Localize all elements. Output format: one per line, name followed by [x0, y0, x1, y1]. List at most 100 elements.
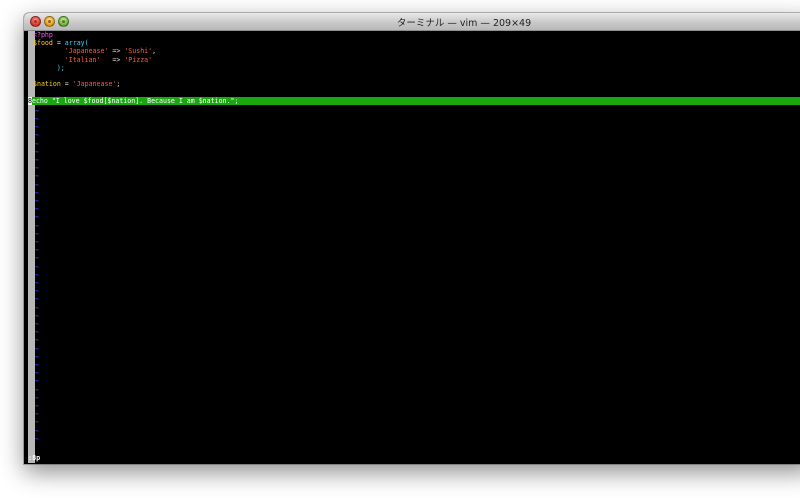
empty-line-marker: ~: [28, 172, 800, 180]
empty-line-marker: ~: [28, 394, 800, 402]
empty-line-marker: ~: [28, 156, 800, 164]
empty-line-marker: ~: [28, 328, 800, 336]
empty-line-marker: ~: [28, 181, 800, 189]
tilde-glyph: ~: [35, 156, 39, 164]
code-text: 8echo "I love $food[$nation]. Because I …: [28, 96, 238, 105]
empty-line-marker: ~: [28, 254, 800, 262]
tilde-glyph: ~: [35, 311, 39, 320]
empty-line-marker: ~: [28, 148, 800, 156]
empty-line-marker: ~: [28, 345, 800, 353]
tilde-glyph: ~: [35, 139, 39, 148]
tilde-glyph: ~: [35, 434, 39, 443]
empty-line-marker: ~: [28, 377, 800, 385]
code-token: =>: [108, 47, 125, 56]
tilde-glyph: ~: [35, 402, 39, 410]
title-bar[interactable]: ターミナル — vim — 209×49: [24, 13, 800, 31]
empty-line-marker: ~: [28, 304, 800, 312]
code-token: ,: [152, 47, 157, 56]
tilde-glyph: ~: [35, 131, 39, 140]
code-line[interactable]: $food = array(: [28, 39, 800, 47]
empty-line-marker: ~: [28, 418, 800, 426]
code-token: 'Pizza': [124, 55, 153, 64]
code-line[interactable]: [28, 72, 800, 80]
empty-line-marker: ~: [28, 336, 800, 344]
empty-line-marker: ~: [28, 107, 800, 115]
empty-line-marker: ~: [28, 131, 800, 139]
empty-line-marker: ~: [28, 140, 800, 148]
tilde-glyph: ~: [35, 180, 39, 189]
code-line[interactable]: $nation = 'Japanease';: [28, 80, 800, 88]
tilde-glyph: ~: [35, 393, 39, 402]
empty-line-marker: ~: [28, 230, 800, 238]
code-text: 'Italian' => 'Pizza': [33, 56, 152, 64]
tilde-glyph: ~: [35, 279, 39, 287]
tilde-glyph: ~: [35, 295, 39, 304]
tilde-glyph: ~: [35, 303, 39, 312]
empty-line-marker: ~: [28, 295, 800, 303]
tilde-glyph: ~: [35, 352, 39, 361]
tilde-glyph: ~: [35, 361, 39, 369]
empty-line-marker: ~: [28, 213, 800, 221]
empty-line-marker: ~: [28, 189, 800, 197]
tilde-glyph: ~: [35, 287, 39, 296]
empty-line-marker: ~: [28, 361, 800, 369]
code-token: <?php: [33, 31, 53, 39]
terminal-window: ターミナル — vim — 209×49 <?php $food = array(…: [24, 13, 800, 464]
tilde-glyph: ~: [35, 188, 39, 197]
code-line[interactable]: 'Italian' => 'Pizza': [28, 56, 800, 64]
empty-line-marker: ~: [28, 123, 800, 131]
empty-line-marker: ~: [28, 205, 800, 213]
code-line[interactable]: [28, 88, 800, 96]
tilde-glyph: ~: [35, 238, 39, 246]
window-title: ターミナル — vim — 209×49: [396, 18, 532, 29]
empty-line-marker: ~: [28, 164, 800, 172]
code-token: 'Sushi': [124, 47, 153, 56]
code-token: =>: [100, 55, 125, 64]
tilde-glyph: ~: [35, 410, 39, 419]
tilde-glyph: ~: [35, 320, 39, 328]
empty-line-marker: ~: [28, 287, 800, 295]
code-text: 'Japanease' => 'Sushi',: [33, 47, 156, 55]
empty-line-marker: ~: [28, 197, 800, 205]
code-token: 'Japanease': [64, 47, 109, 56]
code-token: $nation: [33, 80, 61, 89]
code-token: array(: [64, 39, 89, 48]
code-token: $food: [33, 39, 53, 48]
tilde-glyph: ~: [35, 221, 39, 230]
tilde-glyph: ~: [35, 229, 39, 238]
tilde-glyph: ~: [35, 328, 39, 337]
tilde-glyph: ~: [35, 246, 39, 255]
tilde-glyph: ~: [35, 197, 39, 205]
code-line[interactable]: <?php: [28, 31, 800, 39]
empty-line-marker: ~: [28, 402, 800, 410]
tilde-glyph: ~: [35, 262, 39, 271]
tilde-glyph: ~: [35, 336, 39, 345]
code-line[interactable]: );: [28, 64, 800, 72]
tilde-glyph: ~: [35, 106, 39, 115]
tilde-glyph: ~: [35, 385, 39, 394]
empty-line-marker: ~: [28, 353, 800, 361]
command-line[interactable]: :8p: [28, 454, 40, 462]
code-token: ;: [116, 80, 121, 89]
vim-editor[interactable]: <?php $food = array( 'Japanease' => 'Sush…: [28, 31, 800, 464]
tilde-glyph: ~: [35, 369, 39, 378]
empty-line-marker: ~: [28, 386, 800, 394]
code-token: 'Italian': [64, 55, 101, 64]
tilde-glyph: ~: [35, 172, 39, 181]
code-text: <?php: [33, 31, 53, 39]
empty-line-marker: ~: [28, 427, 800, 435]
code-token: 'Japanease': [72, 80, 117, 89]
tilde-glyph: ~: [35, 426, 39, 435]
code-line[interactable]: 'Japanease' => 'Sushi',: [28, 47, 800, 55]
empty-line-marker: ~: [28, 312, 800, 320]
tilde-glyph: ~: [35, 115, 39, 123]
cursor-line[interactable]: 8echo "I love $food[$nation]. Because I …: [28, 96, 800, 105]
empty-line-marker: ~: [28, 238, 800, 246]
tilde-glyph: ~: [35, 205, 39, 214]
code-token: );: [33, 63, 65, 72]
empty-line-marker: ~: [28, 115, 800, 123]
empty-line-marker: ~: [28, 410, 800, 418]
code-text: $food = array(: [33, 39, 89, 47]
